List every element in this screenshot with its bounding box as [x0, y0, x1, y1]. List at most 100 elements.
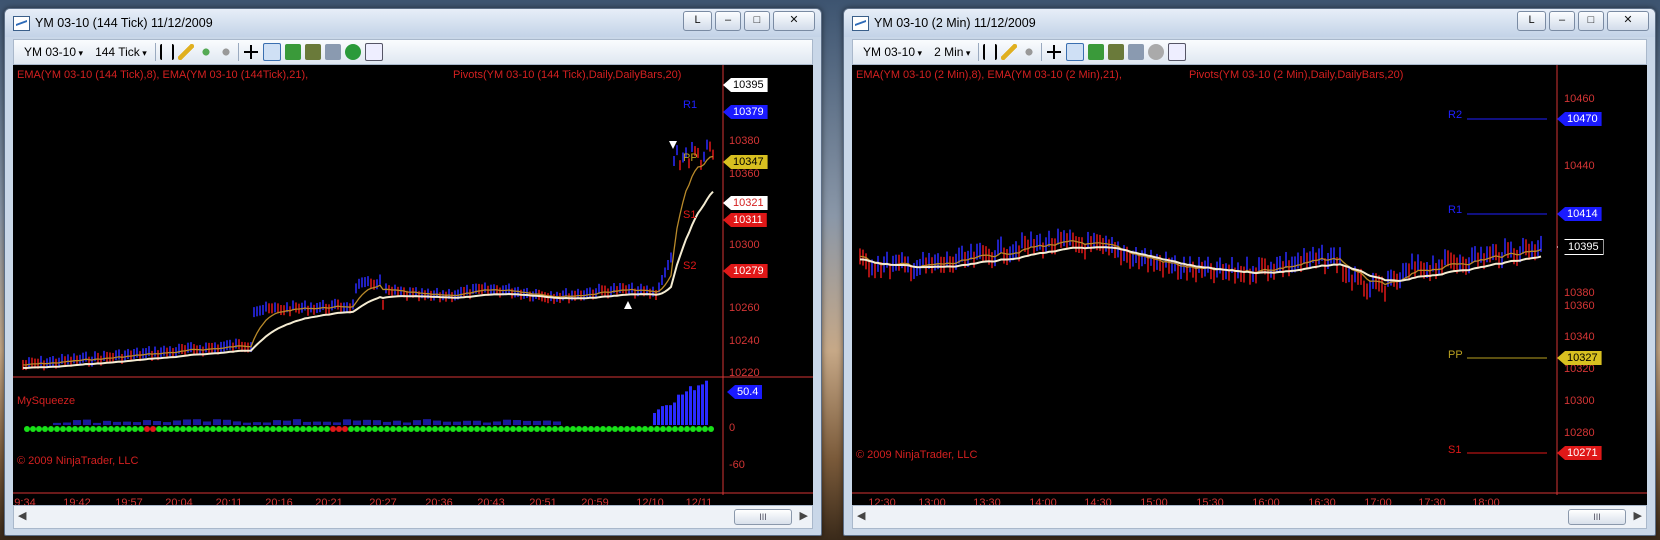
squeeze-histogram-bar [553, 421, 561, 425]
squeeze-dot [624, 426, 630, 432]
squeeze-histogram-bar [63, 422, 71, 425]
squeeze-dot [216, 426, 222, 432]
squeeze-dot [666, 426, 672, 432]
marker-icon[interactable] [197, 44, 214, 60]
price-marker: 10470 [1557, 112, 1602, 126]
properties-icon[interactable] [364, 43, 383, 61]
squeeze-histogram-bar [533, 420, 541, 425]
chart-toolbar: YM 03-10 2 Min [852, 39, 1647, 65]
squeeze-histogram-bar [123, 421, 131, 425]
price-marker: 10271 [1557, 446, 1602, 460]
chart-window-2-min[interactable]: YM 03-10 (2 Min) 11/12/2009 L – □ ✕ YM 0… [843, 8, 1656, 536]
indicator-icon[interactable] [304, 44, 321, 60]
bar-type-icon[interactable] [983, 44, 998, 60]
zoom-icon[interactable] [1066, 43, 1085, 61]
squeeze-histogram-bar [403, 422, 411, 425]
interval-dropdown[interactable]: 144 Tick [91, 45, 151, 59]
title-bar[interactable]: YM 03-10 (2 Min) 11/12/2009 L – □ ✕ [844, 9, 1655, 37]
strategy-icon[interactable] [1088, 44, 1105, 60]
crosshair-icon[interactable] [242, 44, 259, 60]
currency-icon[interactable] [1148, 44, 1165, 60]
horizontal-scrollbar[interactable]: ◀ III ▶ [852, 505, 1647, 529]
price-tick-label: 10360 [1564, 300, 1595, 312]
instrument-dropdown[interactable]: YM 03-10 [859, 45, 926, 59]
horizontal-scrollbar[interactable]: ◀ III ▶ [13, 505, 813, 529]
bar-type-icon[interactable] [159, 44, 174, 60]
price-chart-panel[interactable]: EMA(YM 03-10 (144 Tick),8), EMA(YM 03-10… [13, 65, 813, 519]
price-tick-label: 10280 [1564, 427, 1595, 439]
image-icon[interactable] [324, 44, 341, 60]
squeeze-dot [84, 426, 90, 432]
squeeze-dot [366, 426, 372, 432]
copyright-notice: © 2009 NinjaTrader, LLC [17, 455, 139, 467]
minimize-button[interactable]: – [1549, 11, 1575, 31]
zoom-icon[interactable] [262, 43, 281, 61]
squeeze-histogram-bar [657, 409, 660, 425]
squeeze-dot [348, 426, 354, 432]
pencil-drawing-icon[interactable] [1001, 44, 1018, 60]
squeeze-dot [630, 426, 636, 432]
minimize-button[interactable]: – [715, 11, 741, 31]
maximize-button[interactable]: □ [1578, 11, 1604, 31]
title-bar[interactable]: YM 03-10 (144 Tick) 11/12/2009 L – □ ✕ [5, 9, 821, 37]
squeeze-histogram-bar [293, 419, 301, 425]
scroll-right-arrow[interactable]: ▶ [800, 509, 808, 522]
pencil-drawing-icon[interactable] [177, 44, 194, 60]
currency-icon[interactable] [344, 44, 361, 60]
squeeze-dot [180, 426, 186, 432]
pin-icon[interactable] [217, 44, 234, 60]
indicator-icon[interactable] [1108, 44, 1125, 60]
squeeze-dot [522, 426, 528, 432]
squeeze-dot [138, 426, 144, 432]
squeeze-dot [282, 426, 288, 432]
squeeze-dot [222, 426, 228, 432]
squeeze-dot [24, 426, 30, 432]
properties-icon[interactable] [1168, 43, 1187, 61]
maximize-button[interactable]: □ [744, 11, 770, 31]
squeeze-histogram-bar [313, 421, 321, 425]
squeeze-dot [468, 426, 474, 432]
pivot-name-label: R1 [683, 99, 698, 111]
link-button[interactable]: L [683, 11, 712, 31]
scroll-right-arrow[interactable]: ▶ [1634, 509, 1642, 522]
link-button[interactable]: L [1517, 11, 1546, 31]
instrument-dropdown[interactable]: YM 03-10 [20, 45, 87, 59]
squeeze-histogram-bar [213, 419, 221, 425]
squeeze-dot [294, 426, 300, 432]
window-title: YM 03-10 (2 Min) 11/12/2009 [874, 16, 1036, 30]
squeeze-dot [492, 426, 498, 432]
squeeze-dot [588, 426, 594, 432]
squeeze-dot [672, 426, 678, 432]
squeeze-dot [204, 426, 210, 432]
squeeze-histogram-bar [333, 422, 341, 425]
marker-icon[interactable] [1021, 44, 1038, 60]
scroll-thumb[interactable]: III [734, 509, 792, 525]
price-marker: 10395 [723, 78, 768, 92]
price-marker: 10279 [723, 264, 768, 278]
close-button[interactable]: ✕ [1607, 11, 1649, 31]
pivot-name-label: S1 [683, 209, 697, 221]
price-chart-panel[interactable]: EMA(YM 03-10 (2 Min),8), EMA(YM 03-10 (2… [852, 65, 1647, 519]
squeeze-dot [378, 426, 384, 432]
squeeze-dot [66, 426, 72, 432]
image-icon[interactable] [1128, 44, 1145, 60]
chart-window-144-tick[interactable]: YM 03-10 (144 Tick) 11/12/2009 L – □ ✕ Y… [4, 8, 822, 536]
squeeze-dot [504, 426, 510, 432]
scroll-left-arrow[interactable]: ◀ [857, 509, 865, 522]
squeeze-dot [342, 426, 348, 432]
close-button[interactable]: ✕ [773, 11, 815, 31]
squeeze-dot [54, 426, 60, 432]
strategy-icon[interactable] [284, 44, 301, 60]
crosshair-icon[interactable] [1046, 44, 1063, 60]
interval-dropdown[interactable]: 2 Min [930, 45, 974, 59]
squeeze-histogram-bar [689, 386, 692, 425]
squeeze-histogram-bar [701, 384, 704, 425]
squeeze-dot [372, 426, 378, 432]
squeeze-histogram-bar [383, 421, 391, 425]
scroll-left-arrow[interactable]: ◀ [18, 509, 26, 522]
squeeze-dot [240, 426, 246, 432]
squeeze-histogram-bar [503, 419, 511, 425]
squeeze-histogram-bar [83, 419, 91, 425]
scroll-thumb[interactable]: III [1568, 509, 1626, 525]
squeeze-histogram-bar [453, 421, 461, 425]
